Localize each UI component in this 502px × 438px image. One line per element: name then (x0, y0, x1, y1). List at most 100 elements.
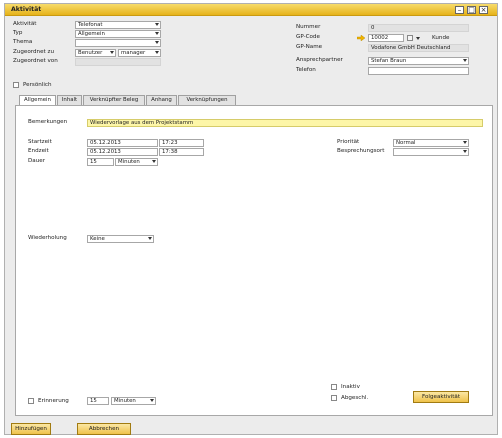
gp-name-label: GP-Name (296, 44, 323, 50)
thema-label: Thema (13, 39, 33, 45)
aktivitaet-select[interactable]: Telefonat (75, 21, 161, 29)
ansprechpartner-select[interactable]: Stefan Braun (368, 57, 469, 65)
erinnerung-unit-value: Minuten (114, 398, 136, 404)
zugeordnet-zu-type-value: Benutzer (78, 50, 103, 56)
inaktiv-label: Inaktiv (341, 384, 360, 390)
besprechungsort-label: Besprechungsort (337, 148, 385, 154)
abgeschl-label: Abgeschl. (341, 395, 369, 401)
wiederholung-label: Wiederholung (28, 235, 67, 241)
gp-code-input[interactable]: 10002 (368, 34, 404, 42)
startzeit-time-value: 17:23 (162, 140, 178, 146)
gp-code-value: 10002 (371, 35, 389, 41)
nummer-field: 0 (368, 24, 469, 32)
tab-verknuepfter-beleg[interactable]: Verknüpfter Beleg (83, 95, 145, 105)
typ-value: Allgemein (78, 31, 105, 37)
close-button[interactable]: × (479, 6, 488, 14)
minimize-button[interactable]: – (455, 6, 464, 14)
typ-label: Typ (13, 30, 23, 36)
prioritaet-select[interactable]: Normal (393, 139, 469, 147)
wiederholung-select[interactable]: Keine (87, 235, 154, 243)
zugeordnet-zu-label: Zugeordnet zu (13, 49, 54, 55)
tab-verknuepfter-beleg-label: Verknüpfter Beleg (89, 97, 139, 103)
chevron-down-icon (110, 51, 114, 54)
dauer-value: 15 (90, 159, 97, 165)
endzeit-label: Endzeit (28, 148, 49, 154)
inaktiv-checkbox[interactable] (331, 384, 337, 390)
bemerkungen-value: Wiedervorlage aus dem Projektstamm (90, 120, 194, 126)
tab-anhang-label: Anhang (151, 97, 172, 103)
endzeit-date-input[interactable]: 05.12.2013 (87, 148, 158, 156)
telefon-label: Telefon (296, 67, 316, 73)
gp-name-field: Vodafone GmbH Deutschland (368, 44, 469, 52)
chevron-down-icon (155, 51, 159, 54)
zugeordnet-von-field (75, 58, 161, 66)
zugeordnet-von-label: Zugeordnet von (13, 58, 58, 64)
endzeit-time-input[interactable]: 17:38 (159, 148, 204, 156)
chevron-down-icon (155, 32, 159, 35)
abbrechen-button[interactable]: Abbrechen (77, 423, 131, 435)
ansprechpartner-label: Ansprechpartner (296, 57, 343, 63)
thema-select[interactable] (75, 39, 161, 47)
erinnerung-input[interactable]: 15 (87, 397, 109, 405)
bemerkungen-input[interactable]: Wiedervorlage aus dem Projektstamm (87, 119, 483, 127)
dauer-label: Dauer (28, 158, 46, 164)
typ-select[interactable]: Allgemein (75, 30, 161, 38)
hinzufuegen-button[interactable]: Hinzufügen (11, 423, 51, 435)
minimize-icon: – (457, 6, 462, 14)
dauer-unit-value: Minuten (118, 159, 140, 165)
link-arrow-icon[interactable] (357, 35, 365, 41)
telefon-input[interactable] (368, 67, 469, 75)
dauer-unit-select[interactable]: Minuten (115, 158, 158, 166)
chevron-down-icon (148, 237, 152, 240)
prioritaet-label: Priorität (337, 139, 360, 145)
startzeit-time-input[interactable]: 17:23 (159, 139, 204, 147)
wiederholung-value: Keine (90, 236, 105, 242)
startzeit-date-input[interactable]: 05.12.2013 (87, 139, 158, 147)
chevron-down-icon (155, 41, 159, 44)
endzeit-date-value: 05.12.2013 (90, 149, 121, 155)
persoenlich-label: Persönlich (23, 82, 52, 88)
gp-type-label: Kunde (432, 35, 450, 41)
gp-name-value: Vodafone GmbH Deutschland (371, 45, 451, 51)
maximize-button[interactable]: □ (467, 6, 476, 14)
zugeordnet-zu-user-select[interactable]: manager (118, 49, 161, 57)
ansprechpartner-value: Stefan Braun (371, 58, 407, 64)
zugeordnet-zu-user-value: manager (121, 50, 146, 56)
besprechungsort-select[interactable] (393, 148, 469, 156)
window-title: Aktivität (11, 6, 42, 13)
title-bar[interactable]: Aktivität – □ × (5, 4, 497, 16)
tab-inhalt[interactable]: Inhalt (57, 95, 82, 105)
chevron-down-icon (463, 59, 467, 62)
chevron-down-icon (463, 141, 467, 144)
tab-panel-allgemein: Bemerkungen Wiedervorlage aus dem Projek… (15, 105, 493, 416)
tab-verknuepfungen[interactable]: Verknüpfungen (178, 95, 236, 105)
zugeordnet-zu-type-select[interactable]: Benutzer (75, 49, 116, 57)
abgeschl-checkbox[interactable] (331, 395, 337, 401)
chevron-down-icon (463, 150, 467, 153)
tab-allgemein-label: Allgemein (24, 97, 51, 103)
tab-verknuepfungen-label: Verknüpfungen (186, 97, 228, 103)
dauer-input[interactable]: 15 (87, 158, 114, 166)
erinnerung-value: 15 (90, 398, 97, 404)
startzeit-label: Startzeit (28, 139, 52, 145)
bemerkungen-label: Bemerkungen (28, 119, 68, 125)
aktivitaet-value: Telefonat (78, 22, 103, 28)
maximize-icon: □ (468, 6, 475, 14)
tab-inhalt-label: Inhalt (61, 97, 78, 103)
nummer-label: Nummer (296, 24, 321, 30)
erinnerung-label: Erinnerung (38, 398, 69, 404)
prioritaet-value: Normal (396, 140, 416, 146)
nummer-value: 0 (371, 25, 375, 31)
chevron-down-icon (155, 23, 159, 26)
persoenlich-checkbox[interactable] (13, 82, 19, 88)
choose-from-list-icon[interactable] (407, 35, 413, 41)
startzeit-date-value: 05.12.2013 (90, 140, 121, 146)
erinnerung-unit-select[interactable]: Minuten (111, 397, 156, 405)
chevron-down-icon[interactable] (416, 37, 420, 40)
folgeaktivitaet-button[interactable]: Folgeaktivität (413, 391, 469, 403)
gp-code-label: GP-Code (296, 34, 320, 40)
activity-window: Aktivität – □ × Aktivität Telefonat Typ … (4, 3, 498, 435)
chevron-down-icon (150, 399, 154, 402)
erinnerung-checkbox[interactable] (28, 398, 34, 404)
tab-anhang[interactable]: Anhang (146, 95, 177, 105)
